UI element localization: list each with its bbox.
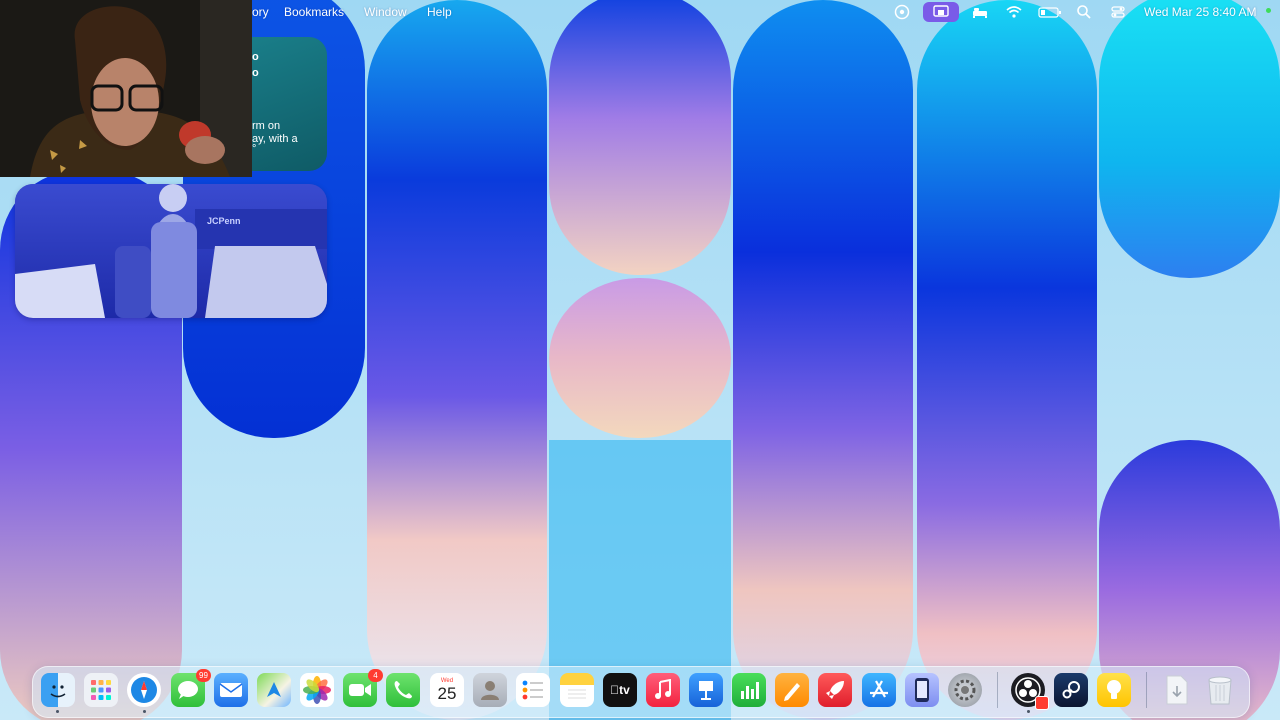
dock-photos[interactable] [300,673,334,707]
launchpad-icon [91,680,111,700]
dock-maps[interactable] [257,673,291,707]
recording-indicator [1266,8,1271,13]
phone-icon [394,681,412,699]
menu-bar: ory Bookmarks Window Help Wed Mar 25 8:4… [0,0,1280,24]
dock-obs[interactable] [1011,673,1049,710]
store-sign: JCPenn [207,216,241,226]
trash-icon [1208,676,1232,705]
facetime-icon [349,684,371,696]
steam-icon [1062,681,1080,699]
dock-keynote[interactable] [689,673,723,707]
contacts-icon [481,681,499,700]
settings-icon [954,679,976,701]
dock-numbers[interactable] [732,673,766,707]
menu-clock[interactable]: Wed Mar 25 8:40 AM [1144,5,1257,19]
dock-launchpad[interactable] [84,673,118,707]
dock-pages[interactable] [775,673,809,707]
menu-bookmarks[interactable]: Bookmarks [284,5,344,19]
obs-recording-icon[interactable] [894,4,910,20]
photos-icon [303,676,331,704]
dock-phone[interactable] [386,673,420,707]
appstore-icon [870,680,888,698]
simulator-icon [915,678,929,702]
dock-music[interactable] [646,673,680,707]
running-indicator [1027,710,1030,713]
appletv-icon:  [610,683,619,697]
sleep-icon[interactable] [972,4,988,20]
pages-icon [784,683,800,701]
menu-help[interactable]: Help [427,5,452,19]
dock-finder[interactable] [41,673,75,707]
dock-mail[interactable] [214,673,248,707]
dock-downloads[interactable] [1160,673,1194,707]
music-icon [655,679,671,699]
reminders-icon [522,680,543,700]
dock-appletv[interactable]: tv [603,673,637,707]
control-center-icon[interactable] [1110,4,1126,20]
dock-messages[interactable]: 99 [171,669,211,707]
wifi-icon[interactable] [1006,4,1022,20]
rocket-icon [826,681,844,699]
dock-trash[interactable] [1203,673,1237,707]
note-line: ° [252,143,257,155]
safari-icon [131,677,157,703]
messages-icon [178,681,198,699]
dock-calendar[interactable]: Wed 25 [430,673,464,707]
dock-facetime[interactable]: 4 [343,669,383,707]
running-indicator [56,710,59,713]
dock-notes[interactable] [560,673,594,707]
dock-simulator[interactable] [905,673,939,707]
messages-badge: 99 [196,669,211,682]
mail-icon [219,683,243,697]
dock-contacts[interactable] [473,673,507,707]
facetime-badge: 4 [368,669,383,682]
screen-mirroring-button[interactable] [923,2,959,22]
search-icon[interactable] [1076,4,1092,20]
note-line: o [252,51,259,63]
obs-recording-badge [1035,696,1049,710]
dock-separator [997,672,998,708]
numbers-icon [741,682,759,699]
notes-icon [568,689,586,699]
note-line: o [252,67,259,79]
menu-window[interactable]: Window [364,5,407,19]
appletv-label: tv [614,683,630,697]
calendar-day: 25 [437,683,457,703]
photos-widget[interactable]: JCPenn [15,184,327,318]
dock-steam[interactable] [1054,673,1088,707]
dock-separator [1146,672,1147,708]
photo-image: JCPenn [15,184,327,318]
dock-tips[interactable] [1097,673,1131,707]
dock-system-settings[interactable] [948,673,982,707]
tips-icon [1107,680,1121,699]
maps-icon [267,682,281,697]
downloads-icon [1166,675,1188,705]
finder-icon [50,685,66,698]
keynote-icon [699,681,713,700]
webcam-image [0,0,252,177]
screen-mirroring-icon [933,5,949,17]
dock-reminders[interactable] [516,673,550,707]
menu-history[interactable]: ory [252,5,269,19]
dock-safari[interactable] [127,673,161,707]
battery-icon[interactable] [1038,4,1062,20]
dock-appstore[interactable] [862,673,896,707]
webcam-overlay [0,0,252,177]
note-line: ay, with a [252,133,298,145]
dock-rocket[interactable] [818,673,852,707]
running-indicator [143,710,146,713]
note-line: rm on [252,120,281,132]
